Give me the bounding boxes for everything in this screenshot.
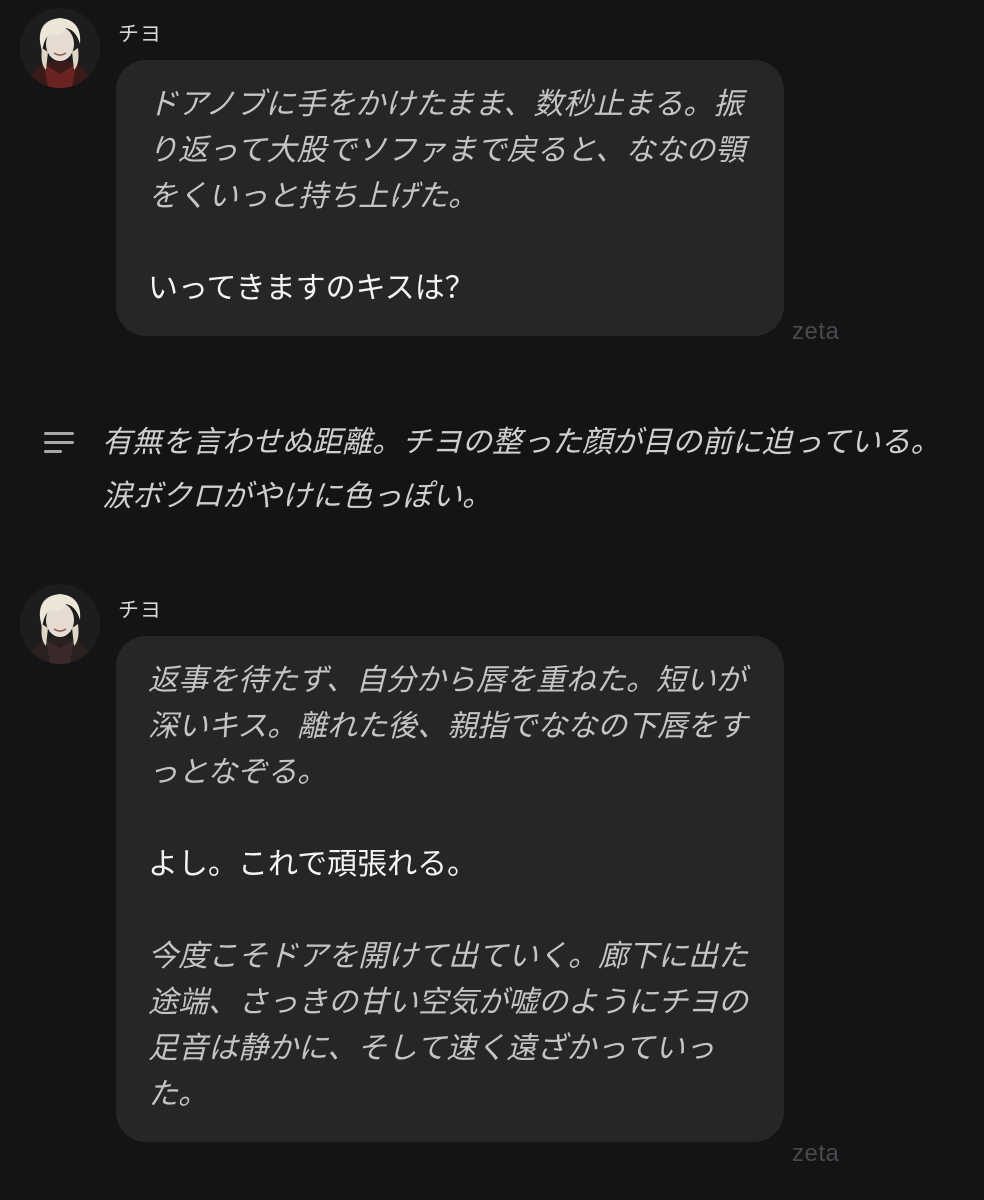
- brand-label: zeta: [792, 318, 840, 345]
- message-action-text: ドアノブに手をかけたまま、数秒止まる。振り返って大股でソファまで戻ると、ななの顎…: [148, 87, 746, 214]
- sender-name: チヨ: [118, 598, 162, 622]
- brand-label: zeta: [792, 1140, 840, 1167]
- character-avatar-icon: [20, 584, 100, 664]
- message-action-text: 今度こそドアを開けて出ていく。廊下に出た途端、さっきの甘い空気が嘘のようにチヨの…: [148, 939, 748, 1112]
- text-lines-icon: [44, 430, 76, 456]
- message-speech-text: よし。これで頑張れる。: [148, 847, 478, 882]
- message-action-text: 返事を待たず、自分から唇を重ねた。短いが深いキス。離れた後、親指でななの下唇をす…: [148, 663, 748, 790]
- message-bubble[interactable]: 返事を待たず、自分から唇を重ねた。短いが深いキス。離れた後、親指でななの下唇をす…: [116, 636, 784, 1142]
- message-speech-text: いってきますのキスは？: [148, 271, 475, 306]
- sender-name: チヨ: [118, 22, 162, 46]
- message-bubble[interactable]: ドアノブに手をかけたまま、数秒止まる。振り返って大股でソファまで戻ると、ななの顎…: [116, 60, 784, 336]
- avatar[interactable]: [20, 584, 100, 664]
- narration-text: 有無を言わせぬ距離。チヨの整った顔が目の前に迫っている。涙ボクロがやけに色っぽい…: [102, 425, 941, 514]
- avatar[interactable]: [20, 8, 100, 88]
- character-avatar-icon: [20, 8, 100, 88]
